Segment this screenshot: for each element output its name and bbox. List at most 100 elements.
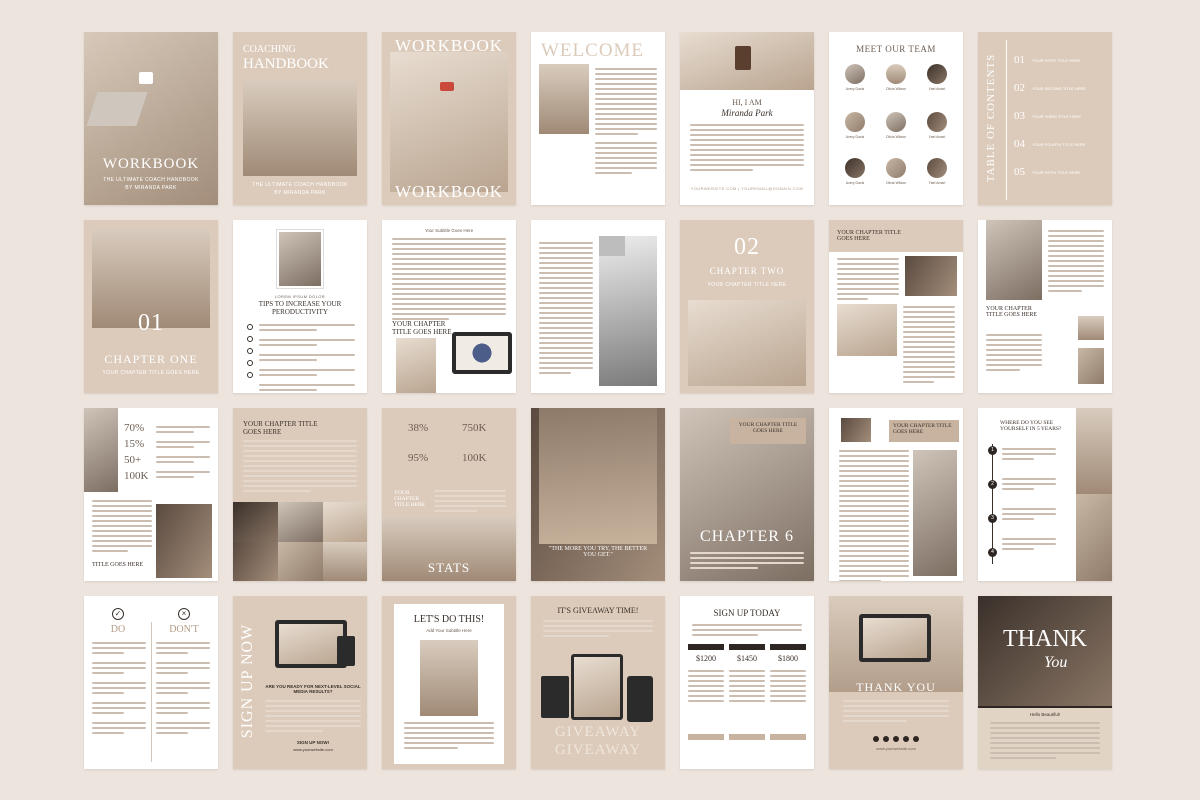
toc-num: 03	[1014, 110, 1025, 122]
signup-url: www.yourwebsite.com	[293, 747, 333, 752]
stats-side-title: YOUR CHAPTER TITLE HERE	[394, 490, 426, 508]
chapter-subtitle: YOUR CHAPTER TITLE GOES HERE	[102, 370, 200, 376]
chapter-subtitle: YOUR CHAPTER TITLE HERE	[707, 282, 787, 288]
page-tips: LOREM IPSUM DOLOR TIPS TO INCREASE YOUR …	[233, 220, 367, 393]
chapter-title: CHAPTER ONE	[104, 352, 198, 366]
page-chapter-side: YOUR CHAPTER TITLE GOES HERE	[829, 408, 963, 581]
pricing-header	[729, 644, 765, 650]
page-do-dont: ✓ × DO DON'T	[84, 596, 218, 769]
welcome-title: WELCOME	[541, 40, 645, 61]
photo-block	[599, 236, 625, 256]
phone-frame	[627, 676, 653, 722]
checkmark-icon	[247, 372, 253, 378]
page-chapter-one: 01 CHAPTER ONE YOUR CHAPTER TITLE GOES H…	[84, 220, 218, 393]
stat-value: 95%	[408, 452, 429, 464]
pricing-header	[770, 644, 806, 650]
tips-kicker: LOREM IPSUM DOLOR	[274, 294, 326, 299]
team-member-name: Avery Davis	[845, 181, 865, 185]
side-photo	[1076, 408, 1112, 494]
pricing-title: SIGN UP TODAY	[713, 608, 781, 618]
grid-photo	[323, 542, 367, 581]
device-frame	[541, 676, 569, 718]
pricing-button	[770, 734, 806, 740]
phone-frame	[337, 636, 355, 666]
cross-icon: ×	[178, 608, 190, 620]
stat-value: 50+	[124, 454, 142, 466]
page-chapter-photos: YOUR CHAPTER TITLE GOES HERE	[829, 220, 963, 393]
step-badge: 4	[988, 548, 997, 557]
page-chapter-collage: YOUR CHAPTER TITLE GOES HERE	[978, 220, 1112, 393]
chapter-title: YOUR CHAPTER TITLE GOES HERE	[986, 306, 1037, 318]
page-thank-you-dark: THANK You Hello Beautiful!	[978, 596, 1112, 769]
team-member-name: Olivia Wilson	[885, 181, 907, 185]
pricing-button	[688, 734, 724, 740]
quote-text: "THE MORE YOU TRY, THE BETTER YOU GET."	[548, 546, 648, 558]
page-five-years: WHERE DO YOU SEE YOURSELF IN 5 YEARS? 1 …	[978, 408, 1112, 581]
page-sign-up-today: SIGN UP TODAY $1200 $1450 $1800	[680, 596, 814, 769]
signup-question: ARE YOU READY FOR NEXT-LEVEL SOCIAL MEDI…	[265, 684, 361, 694]
step-badge: 1	[988, 446, 997, 455]
chapter-title: YOUR CHAPTER TITLE GOES HERE	[392, 320, 452, 336]
tips-photo	[277, 230, 323, 288]
check-icon: ✓	[112, 608, 124, 620]
toc-divider	[1006, 40, 1007, 200]
stat-value: 70%	[124, 422, 145, 434]
team-avatar	[927, 158, 947, 178]
stats-footer: STATS	[427, 560, 471, 575]
team-avatar	[886, 64, 906, 84]
about-name: Miranda Park	[721, 108, 773, 118]
chapter-number: 02	[734, 234, 760, 260]
table-photo	[837, 304, 897, 356]
chapter-number: CHAPTER 6	[700, 528, 794, 545]
thanks-url: www.yourwebsite.com	[876, 746, 916, 751]
beach-photo	[420, 640, 478, 716]
pinterest-icon	[903, 736, 909, 742]
vase-photo	[243, 80, 357, 176]
page-welcome: WELCOME	[531, 32, 665, 205]
page-workbook-cover: WORKBOOK THE ULTIMATE COACH HANDBOOK BY …	[84, 32, 218, 205]
page-lets-do-this: LET'S DO THIS! Add Your Subtitle Here	[382, 596, 516, 769]
team-member-name: Yael Amari	[928, 181, 946, 185]
instagram-icon	[883, 736, 889, 742]
tablet-screen	[574, 657, 620, 717]
small-photo	[841, 418, 871, 442]
grid-photo	[323, 502, 367, 542]
spoon-photo	[396, 338, 436, 393]
step-badge: 3	[988, 514, 997, 523]
cover-author: BY MIRANDA PARK	[125, 185, 177, 191]
about-greeting: HI, I AM	[732, 98, 762, 107]
page-sign-up-now: SIGN UP NOW ARE YOU READY FOR NEXT-LEVEL…	[233, 596, 367, 769]
card-subtitle: Add Your Subtitle Here	[426, 628, 472, 633]
stats-photo	[84, 408, 118, 492]
grid-photo	[233, 542, 278, 581]
bowls-photo	[905, 256, 957, 296]
team-avatar	[886, 112, 906, 132]
cover-title-top: COACHING	[243, 44, 296, 55]
grid-photo	[278, 502, 323, 542]
page-stats-grid: 38% 750K 95% 100K YOUR CHAPTER TITLE HER…	[382, 408, 516, 581]
team-member-name: Yael Amari	[928, 135, 946, 139]
stat-value: 38%	[408, 422, 429, 434]
woman-photo	[986, 220, 1042, 300]
giveaway-title: IT'S GIVEAWAY TIME!	[557, 606, 639, 615]
checkmark-icon	[247, 360, 253, 366]
tips-title: TIPS TO INCREASE YOUR PERODUCTIVITY	[258, 300, 342, 316]
team-member-name: Yael Amari	[928, 87, 946, 91]
woman-photo	[599, 236, 657, 386]
page-chapter-grid: YOUR CHAPTER TITLE GOES HERE	[233, 408, 367, 581]
sea-photo	[539, 408, 657, 544]
cover-title-main: HANDBOOK	[243, 56, 329, 72]
page-workbook-photo: WORKBOOK WORKBOOK	[382, 32, 516, 205]
team-member-name: Olivia Wilson	[885, 87, 907, 91]
thanks-script: You	[1044, 654, 1068, 671]
stat-value: 750K	[462, 422, 487, 434]
grid-photo	[278, 542, 323, 581]
card-title: LET'S DO THIS!	[413, 614, 485, 625]
team-member-name: Avery Davis	[845, 87, 865, 91]
toc-label: YOUR SECOND TITLE HERE	[1032, 86, 1086, 91]
chapter-number: 01	[138, 310, 164, 336]
checkmark-icon	[247, 348, 253, 354]
chapter-title: YOUR CHAPTER TITLE GOES HERE	[738, 422, 798, 434]
price-value: $1450	[737, 654, 757, 663]
stat-value: 100K	[124, 470, 149, 482]
